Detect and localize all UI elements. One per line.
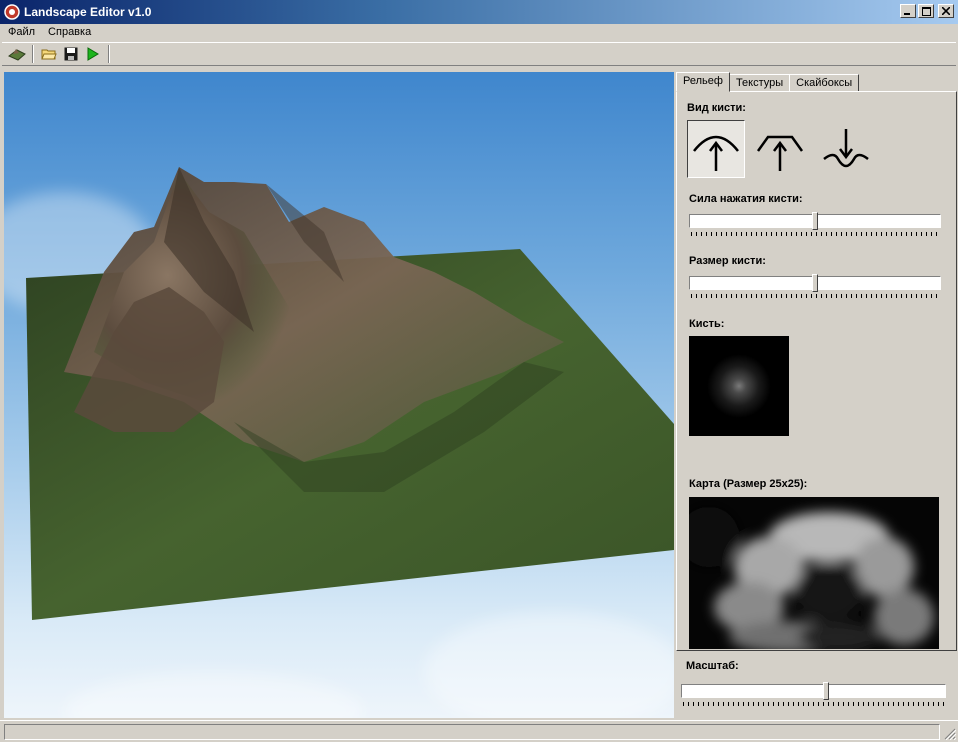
raise-brush-icon <box>693 135 739 171</box>
scale-slider[interactable] <box>681 682 946 706</box>
status-bar <box>0 720 958 742</box>
pressure-slider-thumb[interactable] <box>812 212 818 230</box>
map-label: Карта (Размер 25x25): <box>689 478 808 490</box>
title-bar[interactable]: Landscape Editor v1.0 <box>0 0 958 24</box>
open-folder-icon <box>41 49 57 60</box>
lower-brush-icon <box>823 129 869 168</box>
heightmap-image <box>689 497 939 649</box>
menu-help[interactable]: Справка <box>40 24 96 42</box>
play-icon <box>87 47 99 61</box>
save-button[interactable] <box>60 44 82 64</box>
toolbar-separator <box>108 45 110 63</box>
brush-preview[interactable] <box>689 336 789 436</box>
brush-size-slider-thumb[interactable] <box>812 274 818 292</box>
run-button[interactable] <box>82 44 104 64</box>
terrain-icon <box>8 49 26 61</box>
brush-type-label: Вид кисти: <box>687 102 746 114</box>
resize-grip-icon[interactable] <box>944 728 956 740</box>
flatten-brush-button[interactable] <box>751 120 809 178</box>
minimize-button[interactable] <box>900 4 916 18</box>
properties-panel: Рельеф Текстуры Скайбоксы Вид кисти: Сил… <box>676 72 958 718</box>
tab-textures[interactable]: Текстуры <box>728 74 791 92</box>
close-button[interactable] <box>938 4 954 18</box>
app-window: Landscape Editor v1.0 Файл Справка Релье… <box>0 0 958 742</box>
maximize-button[interactable] <box>918 4 934 18</box>
toolbar <box>2 42 956 66</box>
lower-brush-button[interactable] <box>817 120 875 178</box>
window-title: Landscape Editor v1.0 <box>24 5 152 19</box>
tab-strip: Рельеф Текстуры Скайбоксы <box>676 72 860 92</box>
terrain-button[interactable] <box>6 44 28 64</box>
menu-file[interactable]: Файл <box>0 24 40 42</box>
terrain-viewport[interactable] <box>4 72 674 718</box>
brush-size-slider[interactable] <box>689 274 941 298</box>
pressure-slider[interactable] <box>689 212 941 236</box>
app-icon <box>4 4 20 20</box>
brush-size-label: Размер кисти: <box>689 255 766 267</box>
open-button[interactable] <box>38 44 60 64</box>
relief-tab-page: Вид кисти: Сила нажатия кисти: Размер ки… <box>676 91 957 651</box>
save-icon <box>64 47 78 61</box>
status-panel <box>4 723 940 740</box>
flatten-brush-icon <box>756 135 804 171</box>
pressure-label: Сила нажатия кисти: <box>689 193 803 205</box>
brush-label: Кисть: <box>689 318 725 330</box>
terrain-mesh <box>26 167 674 620</box>
tab-relief[interactable]: Рельеф <box>676 72 730 92</box>
maximize-icon <box>921 6 931 16</box>
heightmap-preview[interactable] <box>689 497 939 649</box>
menu-bar: Файл Справка <box>0 24 958 42</box>
raise-brush-button[interactable] <box>687 120 745 178</box>
tab-skyboxes[interactable]: Скайбоксы <box>789 74 860 92</box>
close-icon <box>942 7 950 15</box>
scale-slider-thumb[interactable] <box>823 682 829 700</box>
scale-label: Масштаб: <box>686 660 739 672</box>
minimize-icon <box>904 13 910 15</box>
toolbar-separator <box>32 45 34 63</box>
